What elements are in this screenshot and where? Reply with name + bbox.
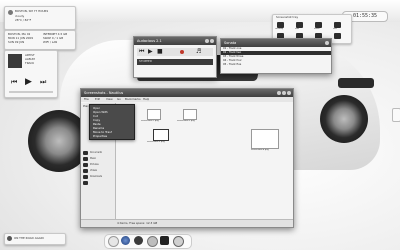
record-icon[interactable] <box>180 50 184 54</box>
settings-icon[interactable] <box>173 236 184 247</box>
file-manager-window: Screenshots - Nautilus File Edit View Go… <box>80 88 294 228</box>
volume-icon[interactable]: ♬ <box>196 49 201 55</box>
music-line-3: TRACK <box>25 62 35 65</box>
music-line-1: ARTIST <box>25 54 35 57</box>
terminal-icon[interactable] <box>160 236 169 245</box>
folder-icon <box>83 151 88 155</box>
folder-icon <box>83 163 88 167</box>
playlist-window: Sonata 01 - Track one 02 - Track two 03 … <box>220 38 332 74</box>
info-line-1: BOSTON, MA 02 <box>8 33 31 36</box>
note-icon <box>7 236 12 241</box>
file-thumb[interactable] <box>183 109 197 120</box>
note-text: ON THE ROAD AGAIN <box>14 237 44 240</box>
media-player-title: Audacious 2.1 <box>137 39 162 43</box>
close-icon[interactable] <box>210 39 214 43</box>
file-name[interactable]: Screenshot-4.png <box>251 149 269 152</box>
context-cut[interactable]: Cut <box>93 115 98 118</box>
car-rear-wheel <box>320 95 368 143</box>
close-icon[interactable] <box>287 91 291 95</box>
prev-button[interactable]: ⏮ <box>139 49 144 55</box>
context-trash[interactable]: Move to Trash <box>93 131 112 134</box>
file-thumb-selected[interactable] <box>153 129 169 141</box>
weather-line-2: 28°C / 82°F <box>15 19 32 22</box>
context-rename[interactable]: Rename <box>93 127 104 130</box>
menu-go[interactable]: Go <box>117 98 121 101</box>
play-button[interactable]: ▶ <box>148 49 153 55</box>
menubar: File Edit View Go Bookmarks Help <box>81 97 293 102</box>
file-name[interactable]: Screenshot-1.png <box>141 120 159 123</box>
file-name[interactable]: Screenshot-3.png <box>147 141 165 144</box>
maximize-icon[interactable] <box>282 91 286 95</box>
media-player-window: Audacious 2.1 ⏮ ▶ ■ ♬ STOPPED <box>133 36 217 78</box>
folder-icon <box>83 157 88 161</box>
menu-help[interactable]: Help <box>143 98 149 101</box>
info-line-4: INTERNET 4.5 GB <box>43 33 68 36</box>
menu-bookmarks[interactable]: Bookmarks <box>125 98 141 101</box>
media-status: STOPPED <box>139 60 152 63</box>
web-icon[interactable] <box>121 236 130 245</box>
music-progress[interactable] <box>9 91 53 93</box>
music-widget: ARTIST ALBUM TRACK ⏮ ▶ ⏭ <box>4 50 58 98</box>
minimize-icon[interactable] <box>277 91 281 95</box>
context-open[interactable]: Open <box>93 107 100 110</box>
playlist-row[interactable]: 05 - Track five <box>221 63 331 67</box>
trash-icon[interactable] <box>334 33 341 39</box>
music-icon[interactable] <box>147 236 158 247</box>
weather-line-1: cloudy <box>15 15 25 18</box>
sidebar-item-videos[interactable]: Videos <box>90 169 97 172</box>
context-copy[interactable]: Copy <box>93 119 100 122</box>
icon-tray-title: Screenshot tray <box>276 16 299 19</box>
sidebar-item-downloads[interactable]: Downloads <box>90 175 102 178</box>
home-icon[interactable] <box>108 236 119 247</box>
info-line-2: MON 11 JUN 2009 <box>8 37 34 40</box>
play-icon[interactable]: ▶ <box>25 78 32 87</box>
sidebar-item-music[interactable]: Music <box>90 157 96 160</box>
tray-label-2: Mail <box>295 28 300 30</box>
info-line-3: SUN 09 JUN <box>8 41 25 44</box>
tray-label-1: Desktop <box>275 28 284 30</box>
weather-icon <box>8 10 13 15</box>
weather-title: BOSTON, SM 77 HOURS <box>15 10 49 13</box>
next-icon[interactable]: ⏭ <box>40 79 46 86</box>
weather-widget: BOSTON, SM 77 HOURS cloudy 28°C / 82°F <box>4 6 76 30</box>
folder-icon <box>83 169 88 173</box>
album-art <box>8 54 22 68</box>
side-panel-handle[interactable] <box>392 108 400 122</box>
file-thumb[interactable] <box>251 129 279 149</box>
music-line-2: ALBUM <box>25 58 35 61</box>
close-icon[interactable] <box>325 41 329 45</box>
menu-file[interactable]: File <box>84 98 89 101</box>
folder-icon <box>83 181 88 185</box>
maximize-icon[interactable] <box>205 39 209 43</box>
stop-button[interactable]: ■ <box>157 49 163 55</box>
file-manager-titlebar[interactable]: Screenshots - Nautilus <box>81 89 293 97</box>
info-line-5: SWAP 0 / 1 GB <box>43 37 64 40</box>
mail-icon[interactable] <box>134 236 143 245</box>
bottom-note: ON THE ROAD AGAIN <box>4 233 66 245</box>
context-paste[interactable]: Paste <box>93 123 101 126</box>
menu-view[interactable]: View <box>106 98 113 101</box>
file-manager-title: Screenshots - Nautilus <box>84 91 124 95</box>
tray-label-4: Files <box>333 28 338 30</box>
menu-edit[interactable]: Edit <box>95 98 100 101</box>
playlist-title: Sonata <box>224 41 237 45</box>
context-menu: Open Open With Cut Copy Paste Rename Mov… <box>89 104 135 140</box>
file-name[interactable]: Screenshot-2.png <box>177 120 195 123</box>
status-bar: 4 items, Free space: 12.3 GB <box>81 219 293 227</box>
file-thumb[interactable] <box>147 109 161 120</box>
system-info-panel: BOSTON, MA 02 MON 11 JUN 2009 SUN 09 JUN… <box>4 30 76 50</box>
prev-icon[interactable]: ⏮ <box>11 79 17 86</box>
playlist-titlebar[interactable]: Sonata <box>221 39 331 47</box>
media-player-titlebar[interactable]: Audacious 2.1 <box>134 37 216 45</box>
status-text: 4 items, Free space: 12.3 GB <box>117 222 158 225</box>
tray-label-3: Music <box>314 28 320 30</box>
sidebar-item-pictures[interactable]: Pictures <box>90 163 99 166</box>
sidebar-item-documents[interactable]: Documents <box>90 151 102 154</box>
car-taillights <box>338 78 374 88</box>
context-properties[interactable]: Properties <box>93 135 107 138</box>
context-open-with[interactable]: Open With <box>93 111 108 114</box>
folder-icon <box>83 175 88 179</box>
info-line-6: WIFI / LAN <box>43 41 58 44</box>
